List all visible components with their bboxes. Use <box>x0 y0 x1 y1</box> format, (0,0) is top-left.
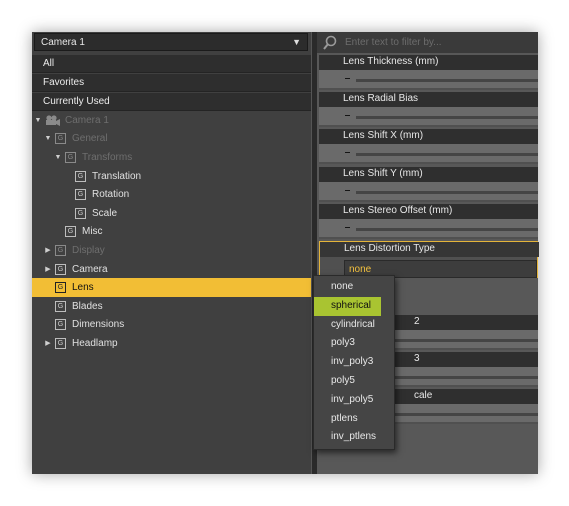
group-icon: G <box>55 282 66 294</box>
tree-item-label: Lens <box>72 282 94 294</box>
tree-item-headlamp[interactable]: ▶ G Headlamp <box>32 334 311 353</box>
property-lens-shift-y-mm[interactable]: Lens Shift Y (mm) <box>319 166 538 202</box>
dropdown-option-cylindrical[interactable]: cylindrical <box>314 316 394 335</box>
tree-item-label: Translation <box>92 170 142 182</box>
scene-tree: ▼ Camera 1 ▼ G General ▼ G Transforms G Translati… <box>32 111 311 353</box>
group-icon: G <box>55 300 66 312</box>
collapse-arrow-icon[interactable]: ▼ <box>54 154 62 161</box>
property-label: Lens Stereo Offset (mm) <box>319 203 538 219</box>
group-icon: G <box>55 133 66 145</box>
tree-item-label: Transforms <box>82 151 133 163</box>
property-label: Lens Shift X (mm) <box>319 129 538 145</box>
tree-item-label: Display <box>72 244 105 256</box>
scene-tree-panel: Camera 1 ▼ All Favorites Currently Used ▼ C… <box>32 32 311 474</box>
tree-item-camera-1[interactable]: ▼ Camera 1 <box>32 111 311 130</box>
tree-item-display[interactable]: ▶ G Display <box>32 241 311 260</box>
tree-item-misc[interactable]: G Misc <box>32 223 311 242</box>
filter-all[interactable]: All <box>32 55 311 73</box>
camera-select-value: Camera 1 <box>41 36 85 48</box>
group-icon: G <box>55 263 66 275</box>
property-label-partial: 3 <box>414 353 420 364</box>
property-slider[interactable] <box>319 107 538 126</box>
expand-arrow-icon[interactable]: ▶ <box>44 265 52 273</box>
camera-select[interactable]: Camera 1 ▼ <box>34 33 308 51</box>
content-library-window: Camera 1 ▼ All Favorites Currently Used ▼ C… <box>32 32 539 474</box>
tree-item-label: Blades <box>72 300 103 312</box>
property-label-partial: 2 <box>414 316 420 327</box>
filter-search-bar[interactable]: Enter text to filter by... <box>317 32 538 53</box>
tree-item-label: General <box>72 133 108 145</box>
camera-icon <box>45 115 61 127</box>
property-label: Lens Distortion Type <box>320 242 539 257</box>
chevron-down-icon: ▼ <box>292 37 301 47</box>
property-lens-distortion-type[interactable]: Lens Distortion Type none <box>319 241 539 278</box>
property-lens-radial-bias[interactable]: Lens Radial Bias <box>319 92 538 128</box>
tree-item-scale[interactable]: G Scale <box>32 204 311 223</box>
tree-item-dimensions[interactable]: G Dimensions <box>32 316 311 335</box>
tree-item-camera[interactable]: ▶ G Camera <box>32 260 311 279</box>
tree-item-translation[interactable]: G Translation <box>32 167 311 186</box>
dropdown-option-inv-poly3[interactable]: inv_poly3 <box>314 353 394 372</box>
group-icon: G <box>75 207 86 219</box>
group-icon: G <box>55 337 66 349</box>
group-icon: G <box>65 226 76 238</box>
property-slider[interactable] <box>319 70 538 88</box>
group-icon: G <box>55 319 66 331</box>
property-lens-shift-x-mm[interactable]: Lens Shift X (mm) <box>319 129 538 165</box>
group-icon: G <box>55 244 66 256</box>
tree-item-label: Camera 1 <box>65 114 109 126</box>
group-icon: G <box>65 151 76 163</box>
dropdown-option-poly5[interactable]: poly5 <box>314 372 394 391</box>
dropdown-option-ptlens[interactable]: ptlens <box>314 410 394 429</box>
dropdown-option-inv-poly5[interactable]: inv_poly5 <box>314 391 394 410</box>
search-icon <box>323 35 337 50</box>
distortion-type-dropdown: none spherical cylindrical poly3 inv_poly3 po… <box>313 275 395 451</box>
dropdown-option-none[interactable]: none <box>314 278 394 297</box>
dropdown-option-poly3[interactable]: poly3 <box>314 334 394 353</box>
tree-item-label: Dimensions <box>72 319 125 331</box>
tree-item-lens[interactable]: G Lens <box>32 278 311 297</box>
property-lens-stereo-offset-mm[interactable]: Lens Stereo Offset (mm) <box>319 203 538 239</box>
tree-item-rotation[interactable]: G Rotation <box>32 185 311 204</box>
group-icon: G <box>75 170 86 182</box>
collapse-arrow-icon[interactable]: ▼ <box>44 135 52 142</box>
tree-item-label: Rotation <box>92 189 130 201</box>
filter-currently-used[interactable]: Currently Used <box>32 92 311 111</box>
property-lens-thickness-mm[interactable]: Lens Thickness (mm) <box>319 55 538 90</box>
property-label: Lens Radial Bias <box>319 92 538 108</box>
collapse-arrow-icon[interactable]: ▼ <box>34 117 42 124</box>
property-label: Lens Shift Y (mm) <box>319 166 538 182</box>
property-label-partial: cale <box>414 390 433 401</box>
tree-item-label: Scale <box>92 207 118 219</box>
tree-item-general[interactable]: ▼ G General <box>32 130 311 149</box>
tree-item-label: Camera <box>72 263 108 275</box>
expand-arrow-icon[interactable]: ▶ <box>44 246 52 254</box>
property-slider[interactable] <box>319 144 538 163</box>
search-placeholder: Enter text to filter by... <box>345 37 442 48</box>
tree-item-label: Headlamp <box>72 337 118 349</box>
expand-arrow-icon[interactable]: ▶ <box>44 339 52 347</box>
tree-item-label: Misc <box>82 226 103 238</box>
group-icon: G <box>75 189 86 201</box>
dropdown-option-spherical[interactable]: spherical <box>314 296 381 316</box>
filter-favorites[interactable]: Favorites <box>32 73 311 92</box>
property-label: Lens Thickness (mm) <box>319 55 538 70</box>
dropdown-option-inv-ptlens[interactable]: inv_ptlens <box>314 428 394 447</box>
property-slider[interactable] <box>319 218 538 237</box>
tree-item-transforms[interactable]: ▼ G Transforms <box>32 148 311 167</box>
property-slider[interactable] <box>319 181 538 200</box>
tree-item-blades[interactable]: G Blades <box>32 297 311 316</box>
